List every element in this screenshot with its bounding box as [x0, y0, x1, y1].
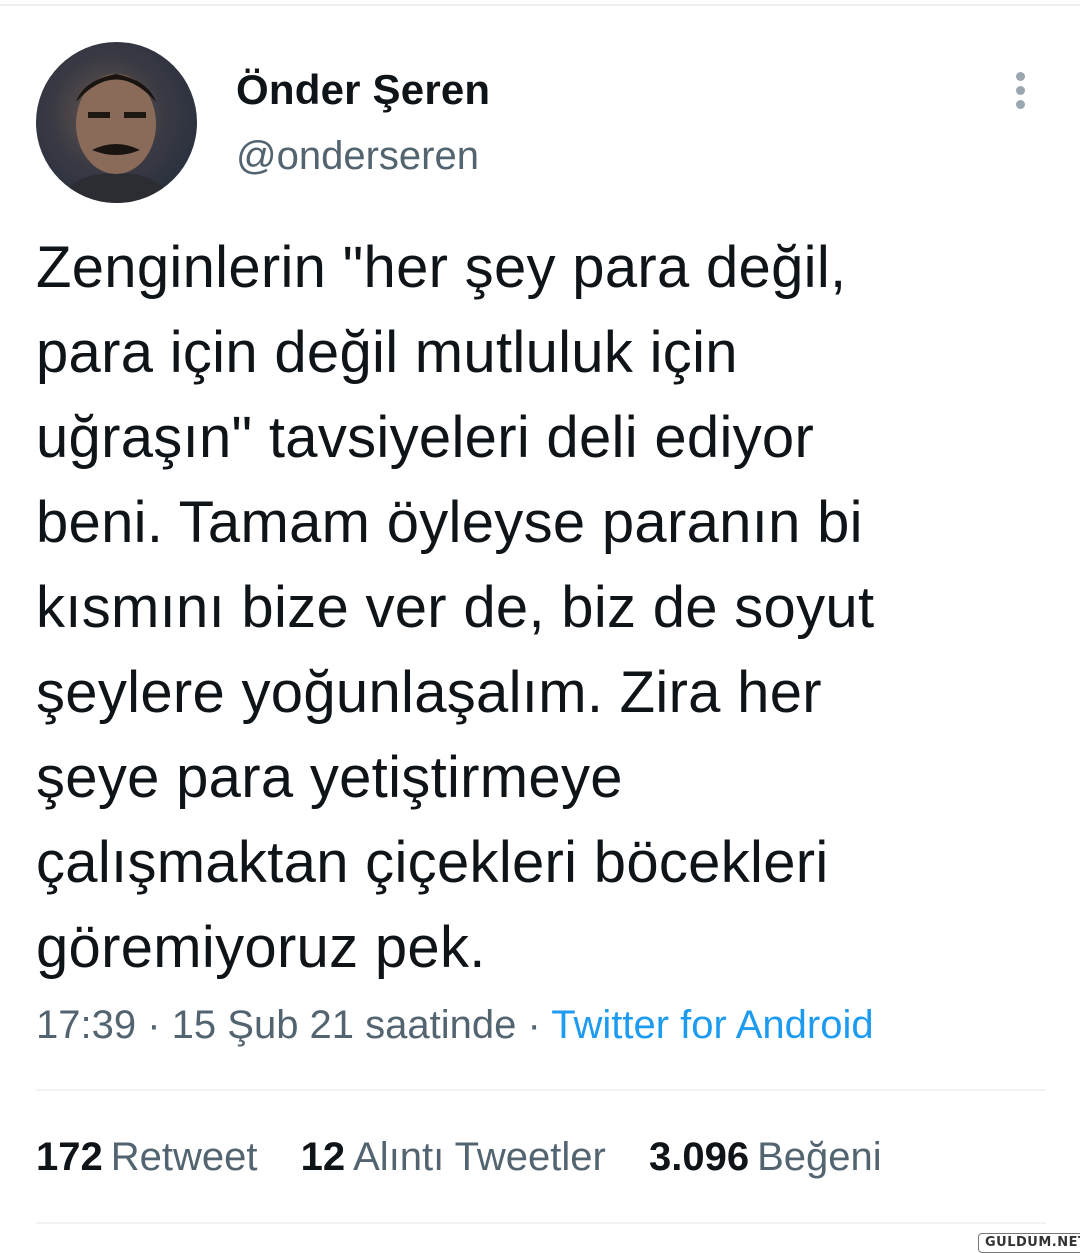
- like-count[interactable]: 3.096 Beğeni: [649, 1135, 882, 1180]
- tweet-source-link[interactable]: Twitter for Android: [551, 1003, 873, 1047]
- stat-label: Retweet: [110, 1135, 258, 1179]
- meta-separator: ·: [516, 1003, 552, 1047]
- meta-separator: ·: [136, 1003, 172, 1047]
- tweet-time[interactable]: 17:39: [36, 1003, 136, 1047]
- tweet-date[interactable]: 15 Şub 21 saatinde: [172, 1003, 517, 1047]
- stat-count: 12: [300, 1135, 346, 1179]
- stat-label: Beğeni: [757, 1135, 882, 1179]
- tweet-text: Zenginlerin "her şey para değil, para iç…: [36, 235, 875, 980]
- stat-count: 3.096: [648, 1135, 750, 1179]
- tweet-meta: 17:39 · 15 Şub 21 saatinde · Twitter for…: [36, 1003, 874, 1048]
- tweet-stats: 172 Retweet 12 Alıntı Tweetler 3.096 Beğeni: [36, 1135, 914, 1180]
- stat-count: 172: [36, 1135, 103, 1179]
- quote-tweet-count[interactable]: 12 Alıntı Tweetler: [301, 1135, 606, 1180]
- avatar-portrait-icon: [56, 74, 177, 203]
- more-options-icon[interactable]: [1005, 68, 1037, 114]
- avatar[interactable]: [36, 42, 197, 203]
- divider: [36, 1222, 1046, 1224]
- watermark-logo: GULDUM.NET: [978, 1233, 1080, 1253]
- top-divider: [0, 4, 1080, 6]
- author-handle[interactable]: @onderseren: [236, 134, 479, 179]
- divider: [36, 1089, 1046, 1091]
- retweet-count[interactable]: 172 Retweet: [36, 1135, 258, 1180]
- author-display-name[interactable]: Önder Şeren: [236, 66, 490, 114]
- stat-label: Alıntı Tweetler: [353, 1135, 606, 1179]
